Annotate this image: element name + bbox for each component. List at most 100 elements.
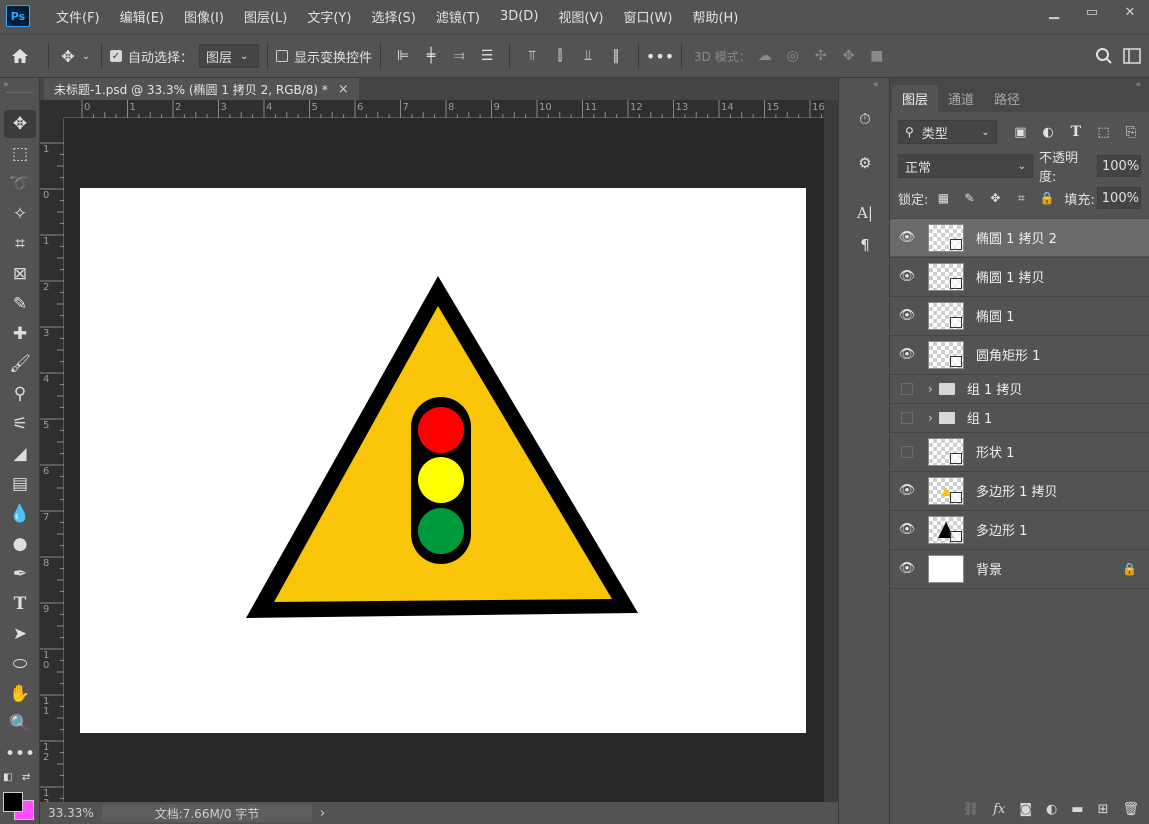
menu-window[interactable]: 窗口(W) bbox=[613, 7, 682, 26]
zoom-tool-icon[interactable]: 🔍 bbox=[4, 710, 36, 738]
visibility-eye-icon[interactable]: 👁 bbox=[890, 561, 924, 576]
close-tab-icon[interactable]: × bbox=[338, 82, 349, 97]
horizontal-ruler[interactable]: 0 1 2 3 4 5 6 7 8 9 10 11 12 13 14 15 16 bbox=[64, 100, 825, 118]
pen-tool-icon[interactable]: ✒ bbox=[4, 560, 36, 588]
lock-image-icon[interactable]: ✎ bbox=[960, 191, 978, 205]
fill-field[interactable]: 100% bbox=[1096, 187, 1141, 209]
history-brush-tool-icon[interactable]: ⚟ bbox=[4, 410, 36, 438]
menu-file[interactable]: 文件(F) bbox=[46, 7, 110, 26]
move-tool-icon[interactable]: ✥ bbox=[57, 47, 79, 66]
grip-icon[interactable] bbox=[6, 92, 34, 95]
delete-layer-icon[interactable]: 🗑 bbox=[1122, 802, 1139, 817]
menu-select[interactable]: 选择(S) bbox=[361, 7, 425, 26]
type-tool-icon[interactable]: T bbox=[4, 590, 36, 618]
more-options-icon[interactable]: ••• bbox=[646, 47, 674, 66]
auto-select-dropdown[interactable]: 图层 ⌄ bbox=[199, 44, 260, 68]
menu-3d[interactable]: 3D(D) bbox=[490, 9, 548, 24]
gradient-tool-icon[interactable]: ▤ bbox=[4, 470, 36, 498]
filter-shape-icon[interactable]: ⬚ bbox=[1094, 125, 1114, 140]
character-panel-icon[interactable]: A| bbox=[851, 200, 879, 226]
default-colors-icon[interactable]: ◧ bbox=[3, 772, 12, 783]
filter-smart-object-icon[interactable]: ⎘ bbox=[1121, 125, 1141, 140]
brush-tool-icon[interactable]: 🖌 bbox=[4, 350, 36, 378]
tab-paths[interactable]: 路径 bbox=[984, 85, 1030, 112]
yellow-light-ellipse[interactable] bbox=[418, 457, 464, 503]
align-top-icon[interactable]: ⫪ bbox=[518, 48, 546, 64]
magic-wand-tool-icon[interactable]: ✧ bbox=[4, 200, 36, 228]
layer-filter-dropdown[interactable]: ⚲ 类型 ⌄ bbox=[898, 120, 997, 144]
align-vcenter-icon[interactable]: ⫿ bbox=[546, 48, 574, 64]
close-button[interactable]: ✕ bbox=[1111, 0, 1149, 24]
zoom-level[interactable]: 33.33% bbox=[40, 806, 98, 820]
menu-layer[interactable]: 图层(L) bbox=[234, 7, 297, 26]
align-right-icon[interactable]: ⫤ bbox=[445, 48, 473, 64]
3d-slide-icon[interactable]: ✥ bbox=[835, 48, 863, 64]
eraser-tool-icon[interactable]: ◢ bbox=[4, 440, 36, 468]
restore-button[interactable]: ▭ bbox=[1073, 0, 1111, 24]
group-row[interactable]: › 组 1 bbox=[890, 403, 1149, 431]
visibility-eye-icon[interactable]: 👁 bbox=[890, 308, 924, 323]
lock-position-icon[interactable]: ✥ bbox=[986, 191, 1004, 205]
crop-tool-icon[interactable]: ⌗ bbox=[4, 230, 36, 258]
adjustment-layer-icon[interactable]: ◐ bbox=[1046, 802, 1057, 817]
visibility-eye-icon[interactable]: 👁 bbox=[890, 347, 924, 362]
show-transform-checkbox[interactable] bbox=[276, 50, 289, 62]
menu-filter[interactable]: 滤镜(T) bbox=[426, 7, 490, 26]
layer-row[interactable]: 👁 背景 🔒 bbox=[890, 549, 1149, 587]
red-light-ellipse[interactable] bbox=[418, 407, 464, 453]
3d-camera-icon[interactable]: ■ bbox=[863, 48, 891, 64]
healing-brush-tool-icon[interactable]: ✚ bbox=[4, 320, 36, 348]
new-group-icon[interactable]: ▬ bbox=[1071, 802, 1083, 817]
layer-row[interactable]: 👁 多边形 1 bbox=[890, 510, 1149, 548]
layer-row[interactable]: 👁 椭圆 1 拷贝 2 bbox=[890, 218, 1149, 256]
distribute-icon[interactable]: ☰ bbox=[473, 48, 501, 64]
workspace-icon[interactable] bbox=[1123, 48, 1141, 64]
status-arrow-icon[interactable]: › bbox=[320, 806, 325, 821]
chevron-right-icon[interactable]: › bbox=[928, 411, 933, 425]
layer-row[interactable]: 👁 多边形 1 拷贝 bbox=[890, 471, 1149, 509]
opacity-field[interactable]: 100% bbox=[1097, 155, 1141, 177]
blend-mode-dropdown[interactable]: 正常 ⌄ bbox=[898, 154, 1034, 178]
auto-select-checkbox[interactable]: ✓ bbox=[110, 50, 122, 62]
lock-transparent-icon[interactable]: ▦ bbox=[934, 191, 952, 205]
layer-row[interactable]: 👁 圆角矩形 1 bbox=[890, 335, 1149, 373]
menu-view[interactable]: 视图(V) bbox=[548, 7, 613, 26]
new-layer-icon[interactable]: ⊞ bbox=[1098, 802, 1109, 817]
chevron-down-icon[interactable]: ⌄ bbox=[79, 51, 93, 62]
dodge-tool-icon[interactable]: ● bbox=[4, 530, 36, 558]
3d-orbit-icon[interactable]: ☁ bbox=[751, 48, 779, 64]
search-icon[interactable] bbox=[1095, 47, 1113, 65]
visibility-toggle-empty[interactable] bbox=[901, 382, 913, 395]
3d-pan-icon[interactable]: ✣ bbox=[807, 48, 835, 64]
home-icon[interactable] bbox=[0, 48, 40, 64]
properties-panel-icon[interactable]: ⚙ bbox=[851, 150, 879, 176]
align-bottom-icon[interactable]: ⫫ bbox=[574, 48, 602, 64]
edit-toolbar-icon[interactable]: ••• bbox=[4, 740, 36, 768]
minimize-button[interactable]: ▁ bbox=[1035, 0, 1073, 24]
tab-channels[interactable]: 通道 bbox=[938, 85, 984, 112]
hand-tool-icon[interactable]: ✋ bbox=[4, 680, 36, 708]
vertical-scrollbar[interactable] bbox=[824, 100, 838, 802]
paragraph-panel-icon[interactable]: ¶ bbox=[851, 232, 879, 258]
visibility-toggle-empty[interactable] bbox=[901, 445, 913, 458]
visibility-eye-icon[interactable]: 👁 bbox=[890, 522, 924, 537]
vertical-ruler[interactable]: 1012345678910111213 bbox=[40, 118, 64, 809]
visibility-eye-icon[interactable]: 👁 bbox=[890, 269, 924, 284]
foreground-color-swatch[interactable] bbox=[3, 792, 23, 812]
fx-icon[interactable]: fx bbox=[993, 802, 1005, 817]
filter-pixel-icon[interactable]: ▣ bbox=[1011, 125, 1031, 140]
menu-help[interactable]: 帮助(H) bbox=[682, 7, 748, 26]
align-left-icon[interactable]: ⊫ bbox=[389, 48, 417, 64]
visibility-toggle-empty[interactable] bbox=[901, 411, 913, 424]
align-hcenter-icon[interactable]: ╪ bbox=[417, 48, 445, 64]
doc-info-box[interactable]: 文档:7.66M/0 字节 bbox=[102, 804, 312, 822]
ruler-origin[interactable] bbox=[40, 100, 64, 118]
history-panel-icon[interactable]: ⏱ bbox=[851, 106, 879, 132]
visibility-eye-icon[interactable]: 👁 bbox=[890, 230, 924, 245]
expand-dock-icon[interactable]: « bbox=[873, 80, 879, 90]
menu-image[interactable]: 图像(I) bbox=[174, 7, 234, 26]
layer-row[interactable]: 👁 椭圆 1 拷贝 bbox=[890, 257, 1149, 295]
menu-edit[interactable]: 编辑(E) bbox=[110, 7, 174, 26]
ellipse-tool-icon[interactable]: ⬭ bbox=[4, 650, 36, 678]
3d-roll-icon[interactable]: ◎ bbox=[779, 48, 807, 64]
